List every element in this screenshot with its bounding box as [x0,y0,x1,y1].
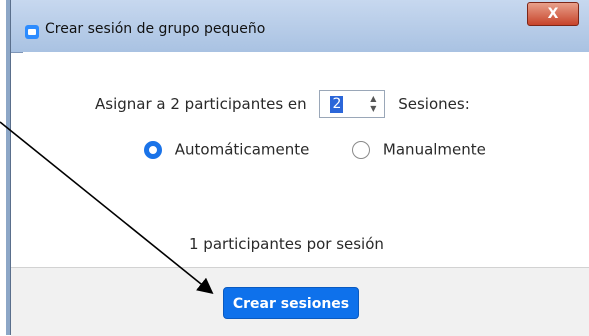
radio-unselected-icon[interactable] [352,140,371,159]
option-automatic[interactable]: Automáticamente [144,140,309,159]
option-manual[interactable]: Manualmente [352,140,486,159]
option-manual-label[interactable]: Manualmente [383,141,486,159]
assignment-mode-group: Automáticamente Manualmente [144,140,524,159]
sessions-count-value[interactable]: 2 [330,96,344,113]
close-button[interactable]: X [527,2,579,26]
option-automatic-label[interactable]: Automáticamente [175,141,310,159]
assign-suffix-label: Sesiones: [398,95,470,113]
create-sessions-button[interactable]: Crear sesiones [223,287,359,319]
assign-row: Asignar a 2 participantes en 2 ▲ ▼ Sesion… [95,90,470,118]
window-title: Crear sesión de grupo pequeño [45,21,266,37]
assign-prefix-label: Asignar a 2 participantes en [95,95,307,113]
stepper-arrows-icon[interactable]: ▲ ▼ [370,94,376,114]
dialog-footer: Crear sesiones [11,267,589,336]
participants-per-session-text: 1 participantes por sesión [189,235,384,253]
dialog-content: Asignar a 2 participantes en 2 ▲ ▼ Sesion… [23,52,589,267]
zoom-app-icon [25,25,39,39]
sessions-count-stepper[interactable]: 2 ▲ ▼ [319,90,386,118]
radio-selected-icon[interactable] [144,140,162,159]
breakout-dialog: Crear sesión de grupo pequeño X Asignar … [10,0,589,336]
title-bar[interactable]: Crear sesión de grupo pequeño X [11,0,589,53]
